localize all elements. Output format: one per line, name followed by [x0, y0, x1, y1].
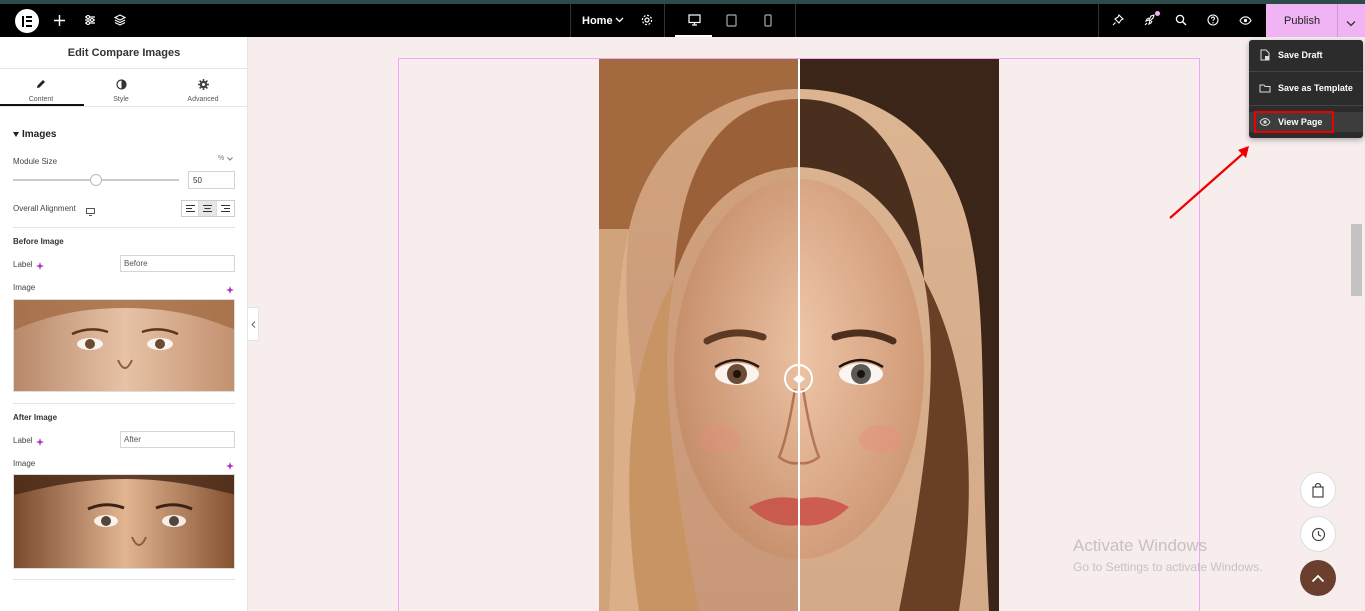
align-right-icon — [220, 205, 230, 212]
alignment-button-group — [181, 200, 235, 217]
divider — [13, 579, 235, 580]
after-image-caption: Image — [13, 459, 36, 468]
panel-title: Edit Compare Images — [67, 47, 181, 59]
tab-advanced[interactable]: Advanced — [162, 74, 244, 107]
notes-pin-icon[interactable] — [1109, 8, 1127, 32]
divider — [13, 227, 235, 228]
divider — [1337, 4, 1338, 37]
tab-label: Style — [113, 96, 129, 103]
after-image-thumbnail[interactable] — [13, 474, 235, 569]
divider — [0, 68, 248, 69]
align-center-icon — [203, 205, 213, 212]
layers-icon[interactable] — [111, 8, 129, 32]
annotation-arrow — [1169, 146, 1249, 219]
save-as-template-menu-item[interactable]: Save as Template — [1249, 73, 1363, 103]
divider — [0, 106, 248, 107]
after-label-caption: Label — [13, 436, 33, 445]
annotation-highlight-box — [1254, 111, 1334, 133]
history-button[interactable] — [1300, 516, 1336, 552]
chevron-left-icon — [250, 320, 255, 328]
canvas-scrollbar[interactable] — [1351, 224, 1362, 296]
tab-label: Content — [28, 96, 54, 103]
gear-icon — [196, 77, 210, 91]
chevron-up-icon — [1311, 574, 1325, 582]
windows-activation-watermark-subtitle: Go to Settings to activate Windows. — [1073, 560, 1263, 574]
compare-slider-handle[interactable] — [784, 364, 813, 393]
divider — [1249, 71, 1363, 72]
scroll-to-top-button[interactable] — [1300, 560, 1336, 596]
elementor-logo-icon[interactable] — [15, 9, 39, 33]
before-image-heading: Before Image — [13, 237, 64, 246]
before-label-input[interactable]: Before — [120, 255, 235, 272]
unit-label: % — [218, 155, 225, 162]
desktop-icon[interactable] — [684, 8, 704, 32]
windows-activation-watermark-title: Activate Windows — [1073, 536, 1208, 555]
arrow-left-icon — [792, 374, 798, 383]
divider — [664, 4, 665, 37]
after-label-input[interactable]: After — [120, 431, 235, 448]
module-size-input[interactable]: 50 — [188, 171, 235, 189]
folder-icon — [1259, 84, 1271, 93]
tab-style[interactable]: Style — [80, 74, 162, 107]
tab-label: Advanced — [187, 96, 219, 103]
module-size-label: Module Size — [13, 157, 58, 166]
publish-label: Publish — [1284, 15, 1321, 27]
cart-button[interactable] — [1300, 472, 1336, 508]
publish-options-chevron-icon[interactable] — [1346, 14, 1356, 32]
section-title-images[interactable]: Images — [22, 129, 56, 140]
responsive-desktop-icon[interactable] — [86, 203, 95, 221]
add-element-icon[interactable] — [50, 8, 68, 32]
divider — [13, 403, 235, 404]
arrow-right-icon — [799, 374, 805, 383]
divider — [570, 4, 571, 37]
chevron-down-icon — [613, 8, 625, 32]
file-lock-icon — [1260, 49, 1270, 61]
before-image-caption: Image — [13, 283, 36, 292]
device-active-indicator — [675, 35, 712, 37]
panel-collapse-toggle[interactable] — [248, 307, 259, 341]
menu-item-label: Save Draft — [1278, 50, 1323, 60]
mobile-icon[interactable] — [760, 8, 776, 32]
ai-sparkle-icon[interactable] — [36, 258, 45, 276]
overall-alignment-label: Overall Alignment — [13, 204, 76, 213]
divider — [1249, 105, 1363, 106]
menu-item-label: Save as Template — [1278, 83, 1353, 93]
divider — [795, 4, 796, 37]
section-collapse-caret-icon[interactable] — [13, 132, 19, 137]
align-center-button[interactable] — [199, 201, 217, 216]
contrast-icon — [114, 77, 128, 91]
help-icon[interactable] — [1204, 8, 1222, 32]
chevron-down-icon — [227, 156, 234, 161]
unit-selector[interactable]: % — [218, 155, 234, 162]
search-icon[interactable] — [1172, 8, 1190, 32]
ai-sparkle-icon[interactable] — [36, 434, 45, 452]
clock-icon — [1311, 527, 1325, 541]
editor-panel: Edit Compare Images Content Style Advanc… — [0, 37, 248, 611]
publish-options-menu: Save Draft Save as Template View Page — [1249, 40, 1363, 138]
top-bar: Home Publish — [0, 0, 1365, 37]
align-right-button[interactable] — [217, 201, 234, 216]
notification-badge — [1155, 11, 1160, 16]
publish-button[interactable]: Publish — [1266, 4, 1365, 37]
page-selector-label: Home — [582, 15, 613, 27]
site-settings-icon[interactable] — [81, 8, 99, 32]
shopping-bag-icon — [1312, 482, 1324, 498]
ai-sparkle-icon[interactable] — [226, 282, 235, 300]
tablet-icon[interactable] — [722, 8, 740, 32]
preview-eye-icon[interactable] — [1236, 8, 1254, 32]
module-size-slider-handle[interactable] — [90, 174, 102, 186]
after-image-heading: After Image — [13, 413, 58, 422]
align-left-icon — [185, 205, 195, 212]
before-image-thumbnail[interactable] — [13, 299, 235, 392]
save-draft-menu-item[interactable]: Save Draft — [1249, 40, 1363, 70]
compare-divider-line[interactable] — [798, 59, 800, 611]
page-settings-gear-icon[interactable] — [638, 8, 656, 32]
divider — [1098, 4, 1099, 37]
pencil-icon — [34, 77, 48, 91]
align-left-button[interactable] — [182, 201, 200, 216]
before-label-caption: Label — [13, 260, 33, 269]
tab-content[interactable]: Content — [0, 74, 82, 107]
